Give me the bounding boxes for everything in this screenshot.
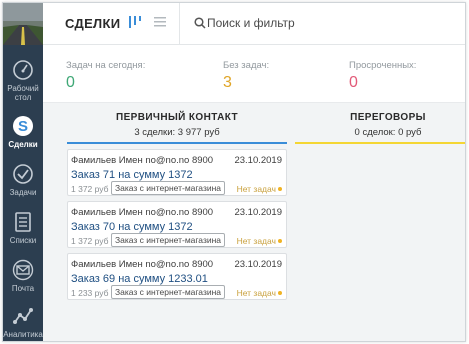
deal-tag[interactable]: Заказ с интернет-магазина	[111, 285, 226, 299]
deal-tag[interactable]: Заказ с интернет-магазина	[111, 181, 226, 195]
deal-card[interactable]: Фамильев Имен no@no.no 8900 23.10.2019 З…	[67, 149, 287, 196]
app-window: Рабочий стол S Сделки Задачи Списки Почт…	[2, 2, 466, 342]
sidebar-item-lists[interactable]: Списки	[3, 211, 43, 245]
deal-price: 1 372 руб	[71, 236, 109, 246]
deal-price: 1 372 руб	[71, 184, 109, 194]
deal-contact: Фамильев Имен no@no.no 8900	[71, 155, 214, 166]
sidebar-item-label: Списки	[9, 236, 37, 245]
column-title: ПЕРВИЧНЫЙ КОНТАКТ	[115, 112, 238, 123]
pipeline-view-icon[interactable]	[128, 15, 142, 29]
stat-no-tasks: Без задач: 3	[223, 60, 269, 92]
deal-date: 23.10.2019	[234, 207, 282, 218]
search-icon	[194, 17, 206, 29]
deals-dollar-icon: S	[13, 116, 33, 136]
deal-card[interactable]: Фамильев Имен no@no.no 8900 23.10.2019 З…	[67, 201, 287, 248]
list-view-icon[interactable]	[154, 15, 166, 29]
sidebar-item-tasks[interactable]: Задачи	[3, 163, 43, 197]
sidebar-item-label: Сделки	[8, 140, 38, 149]
user-avatar[interactable]	[3, 3, 43, 45]
column-summary: 0 сделок: 0 руб	[354, 127, 422, 138]
column-underline	[295, 142, 465, 144]
deal-status: Нет задач	[236, 288, 276, 298]
column-title: ПЕРЕГОВОРЫ	[350, 112, 426, 123]
dashboard-gauge-icon	[13, 60, 33, 80]
column-underline	[67, 142, 287, 144]
status-dot-icon	[278, 239, 282, 243]
stat-overdue: Просроченных: 0	[349, 60, 416, 92]
sidebar-item-label: стол	[14, 93, 32, 102]
sidebar-item-dashboard[interactable]: Рабочий стол	[3, 59, 43, 102]
pipeline-board: ПЕРВИЧНЫЙ КОНТАКТ 3 сделки: 3 977 руб ПЕ…	[43, 103, 465, 341]
stat-today: Задач на сегодня: 0	[66, 60, 145, 92]
stat-value: 3	[223, 74, 232, 91]
top-header: СДЕЛКИ Поиск и фильтр	[43, 3, 465, 45]
sidebar-item-mail[interactable]: Почта	[3, 259, 43, 293]
stat-value: 0	[349, 74, 358, 91]
page-title: СДЕЛКИ	[65, 16, 121, 31]
deal-status: Нет задач	[236, 236, 276, 246]
analytics-icon	[13, 308, 33, 324]
deal-title-link[interactable]: Заказ 69 на сумму 1233.01	[71, 273, 208, 285]
deal-title-link[interactable]: Заказ 70 на сумму 1372	[71, 221, 193, 233]
deal-date: 23.10.2019	[234, 259, 282, 270]
stat-label: Просроченных:	[349, 60, 417, 71]
header-divider	[179, 3, 180, 45]
deal-tag[interactable]: Заказ с интернет-магазина	[111, 233, 226, 247]
search-input[interactable]: Поиск и фильтр	[207, 16, 295, 30]
sidebar: Рабочий стол S Сделки Задачи Списки Почт…	[3, 3, 43, 341]
deal-contact: Фамильев Имен no@no.no 8900	[71, 259, 214, 270]
tasks-check-icon	[13, 164, 33, 184]
status-dot-icon	[278, 187, 282, 191]
lists-icon	[15, 212, 31, 232]
deal-date: 23.10.2019	[234, 155, 282, 166]
mail-icon	[12, 259, 34, 281]
status-dot-icon	[278, 291, 282, 295]
deal-contact: Фамильев Имен no@no.no 8900	[71, 207, 214, 218]
column-summary: 3 сделки: 3 977 руб	[134, 127, 220, 138]
deal-status: Нет задач	[236, 184, 276, 194]
stat-label: Задач на сегодня:	[66, 60, 146, 71]
sidebar-item-label: Рабочий	[7, 84, 39, 93]
svg-text:S: S	[18, 118, 28, 135]
deal-price: 1 233 руб	[71, 288, 109, 298]
column-header-negotiation[interactable]: ПЕРЕГОВОРЫ 0 сделок: 0 руб	[309, 112, 465, 138]
deal-title-link[interactable]: Заказ 71 на сумму 1372	[71, 169, 193, 181]
sidebar-item-label: Аналитика	[3, 330, 43, 339]
sidebar-item-label: Задачи	[9, 188, 37, 197]
stats-bar: Задач на сегодня: 0 Без задач: 3 Просроч…	[43, 45, 465, 103]
sidebar-item-deals[interactable]: S Сделки	[3, 115, 43, 149]
sidebar-item-analytics[interactable]: Аналитика	[3, 305, 43, 339]
stat-value: 0	[66, 74, 75, 91]
stat-label: Без задач:	[223, 60, 270, 71]
deal-card[interactable]: Фамильев Имен no@no.no 8900 23.10.2019 З…	[67, 253, 287, 300]
column-header-first-contact[interactable]: ПЕРВИЧНЫЙ КОНТАКТ 3 сделки: 3 977 руб	[67, 112, 287, 138]
sidebar-item-label: Почта	[11, 284, 35, 293]
